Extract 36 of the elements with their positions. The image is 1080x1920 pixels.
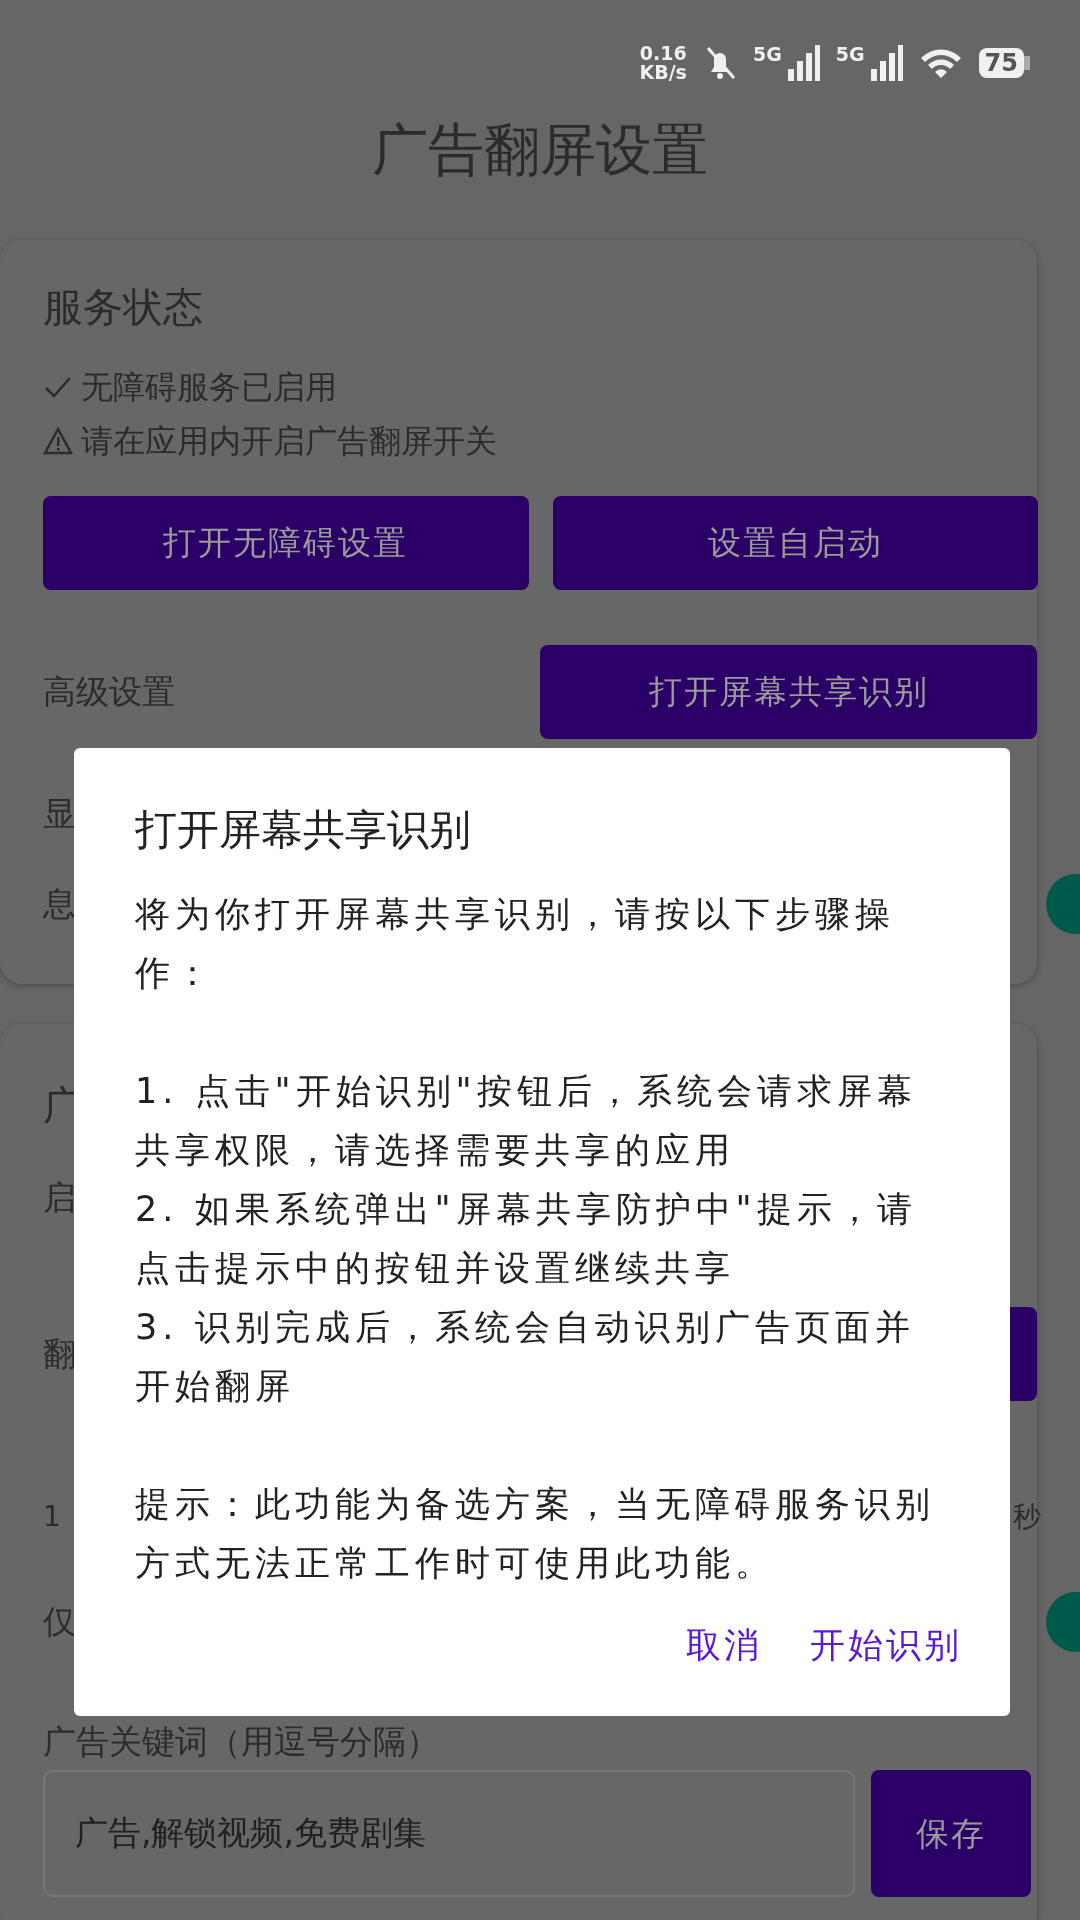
status-text: 请在应用内开启广告翻屏开关: [81, 421, 497, 462]
warning-icon: [43, 426, 73, 456]
settings-button[interactable]: 打开无障碍设置: [43, 496, 529, 590]
dialog-title: 打开屏幕共享识别: [135, 804, 472, 856]
save-button[interactable]: 保存: [871, 1770, 1031, 1897]
setting-label: 显: [43, 793, 76, 836]
toggle-switch[interactable]: [1046, 1592, 1080, 1652]
screen-share-button[interactable]: 打开屏幕共享识别: [540, 645, 1037, 739]
dialog-text: 3. 识别完成后，系统会自动识别广告页面并开始翻屏: [135, 1306, 916, 1408]
settings-button[interactable]: 设置自启动: [552, 496, 1038, 590]
signal-icon: [868, 45, 903, 81]
network-type: 5G: [752, 45, 782, 64]
dialog-text: 将为你打开屏幕共享识别，请按以下步骤操作：: [135, 893, 896, 995]
setting-label: 高级设置: [43, 671, 175, 714]
network-speed: 0.16: [639, 44, 687, 63]
setting-label: 仅: [43, 1601, 76, 1644]
setting-label: 启: [43, 1177, 76, 1220]
dialog-text: 1. 点击"开始识别"按钮后，系统会请求屏幕共享权限，请选择需要共享的应用: [135, 1070, 918, 1172]
setting-label: 息: [43, 883, 76, 926]
battery-tip-icon: [1024, 56, 1030, 70]
network-type: 5G: [835, 45, 865, 64]
battery-level: 75: [978, 48, 1024, 78]
toggle-switch[interactable]: [1046, 874, 1080, 934]
range-min-label: 1: [43, 1499, 61, 1535]
dialog-text: 2. 如果系统弹出"屏幕共享防护中"提示，请点击提示中的按钮并设置继续共享: [135, 1188, 918, 1290]
setting-label: 翻: [43, 1333, 76, 1376]
page-title: 广告翻屏设置: [371, 116, 709, 184]
dialog-text: 提示：此功能为备选方案，当无障碍服务识别方式无法正常工作时可使用此功能。: [135, 1483, 936, 1585]
signal-icon: [785, 45, 820, 81]
range-max-label: 秒: [1013, 1499, 1041, 1535]
status-text: 无障碍服务已启用: [81, 367, 337, 408]
speed-unit: KB/s: [639, 63, 687, 82]
dialog-button[interactable]: 取消: [686, 1619, 762, 1672]
field-label: 广告关键词（用逗号分隔）: [43, 1722, 440, 1762]
section-title: 服务状态: [43, 283, 203, 332]
dialog-button[interactable]: 开始识别: [810, 1619, 962, 1672]
